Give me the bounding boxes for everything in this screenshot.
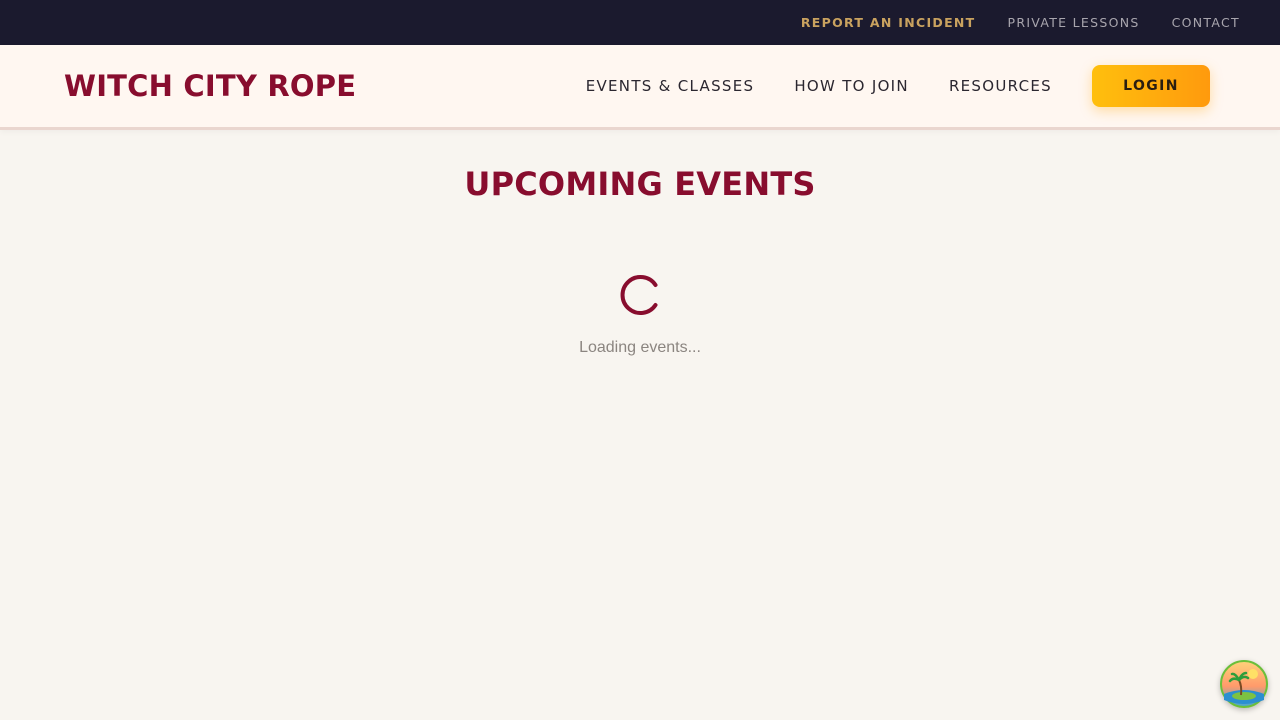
nav-events-classes[interactable]: EVENTS & CLASSES [586,77,755,95]
page-title: UPCOMING EVENTS [464,165,816,203]
nav-resources[interactable]: RESOURCES [949,77,1052,95]
nav-how-to-join[interactable]: HOW TO JOIN [794,77,909,95]
loading-indicator: Loading events... [0,273,1280,357]
utility-bar: REPORT AN INCIDENT PRIVATE LESSONS CONTA… [0,0,1280,45]
loading-text: Loading events... [579,339,701,356]
site-logo[interactable]: WITCH CITY ROPE [64,69,356,103]
login-button[interactable]: LOGIN [1092,65,1210,107]
main-nav: EVENTS & CLASSES HOW TO JOIN RESOURCES L… [586,65,1210,107]
island-palm-icon[interactable] [1220,660,1268,708]
contact-link[interactable]: CONTACT [1172,15,1240,30]
main-header: WITCH CITY ROPE EVENTS & CLASSES HOW TO … [0,45,1280,130]
private-lessons-link[interactable]: PRIVATE LESSONS [1008,15,1140,30]
spinner-icon [620,275,658,315]
report-incident-link[interactable]: REPORT AN INCIDENT [801,15,976,30]
main-content: UPCOMING EVENTS Loading events... [0,165,1280,357]
